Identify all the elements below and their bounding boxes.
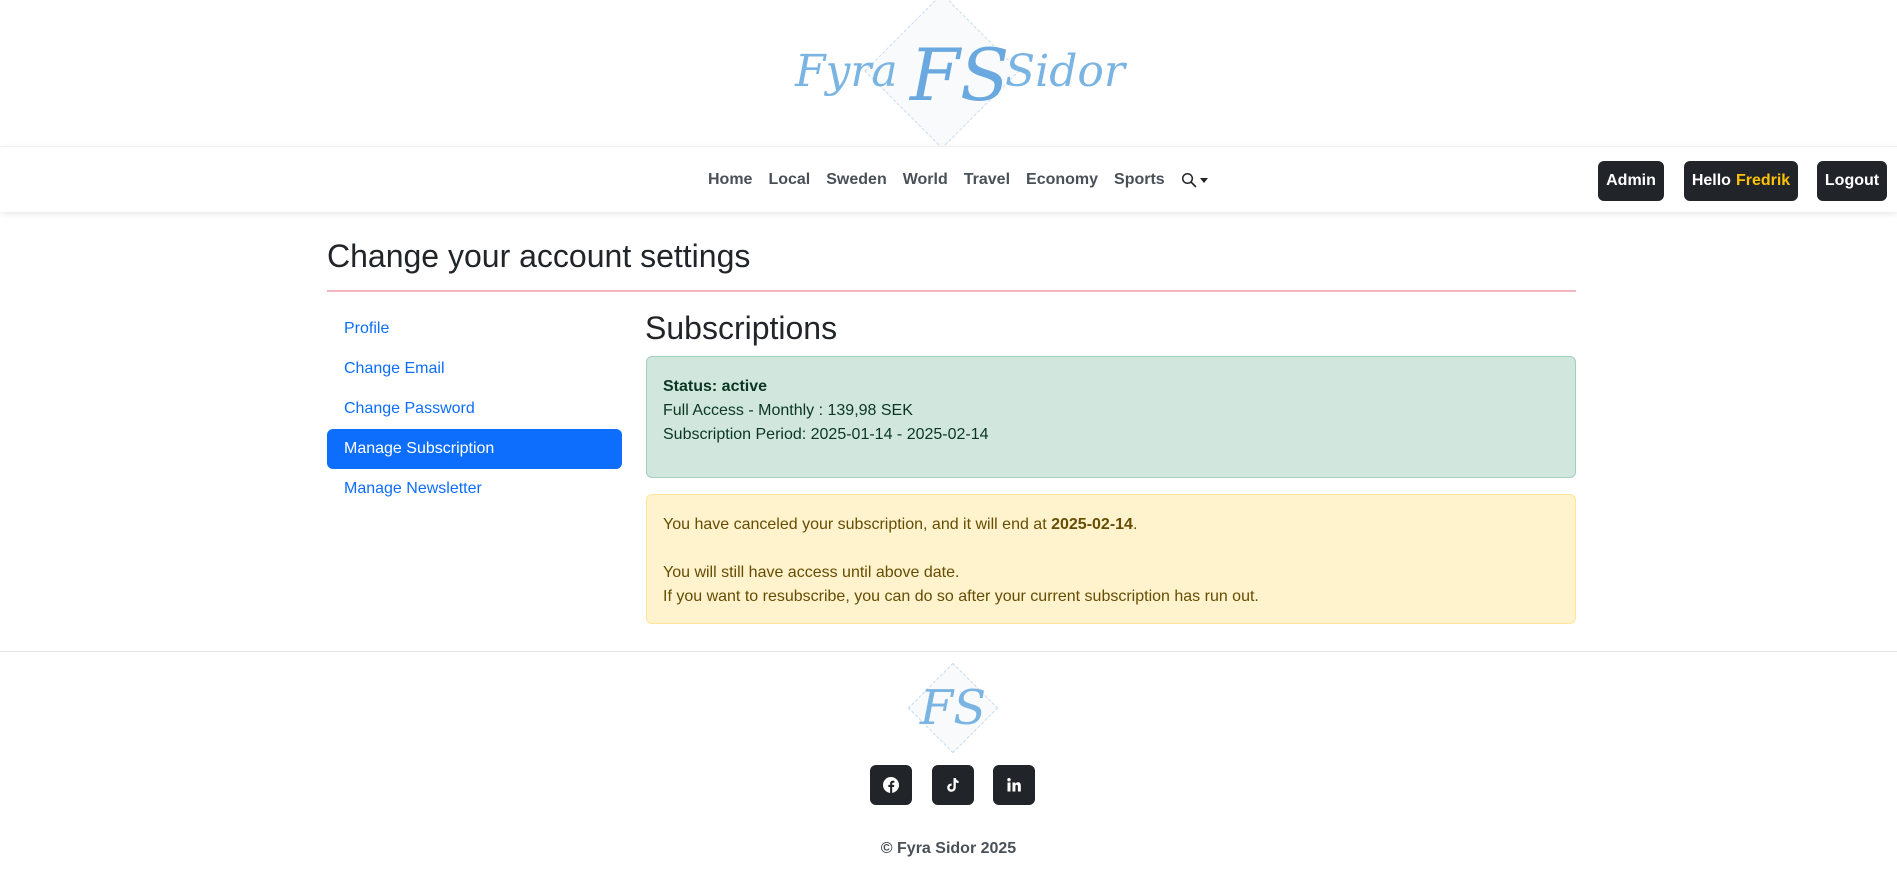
facebook-button[interactable] bbox=[870, 765, 912, 805]
footer-divider bbox=[0, 651, 1897, 652]
nav-link-economy[interactable]: Economy bbox=[1018, 171, 1106, 189]
tiktok-button[interactable] bbox=[932, 765, 974, 805]
cancel-suffix: . bbox=[1132, 516, 1138, 533]
logo-word-left: Fyra bbox=[795, 46, 898, 97]
alert-spacer bbox=[663, 537, 1559, 561]
linkedin-button[interactable] bbox=[993, 765, 1035, 805]
navbar: Home Local Sweden World Travel Economy S… bbox=[0, 146, 1897, 212]
cancellation-alert: You have canceled your subscription, and… bbox=[646, 494, 1576, 624]
nav-link-world[interactable]: World bbox=[895, 171, 956, 189]
footer-logo-monogram: FS bbox=[919, 680, 987, 736]
cancel-prefix: You have canceled your subscription, and… bbox=[663, 516, 1047, 533]
logo-word-right: Sidor bbox=[1005, 46, 1125, 97]
cancel-line: You have canceled your subscription, and… bbox=[663, 513, 1559, 537]
nav-link-sweden[interactable]: Sweden bbox=[818, 171, 894, 189]
sidebar-item-manage-newsletter[interactable]: Manage Newsletter bbox=[327, 469, 622, 509]
subscription-status-alert: Status: active Full Access - Monthly : 1… bbox=[646, 356, 1576, 478]
sidebar-item-change-email[interactable]: Change Email bbox=[327, 349, 622, 389]
resubscribe-note: If you want to resubscribe, you can do s… bbox=[663, 588, 1259, 605]
cancel-date: 2025-02-14 bbox=[1051, 516, 1133, 533]
facebook-icon bbox=[883, 777, 899, 793]
nav-link-sports[interactable]: Sports bbox=[1106, 171, 1173, 189]
site-logo[interactable]: FS Fyra Sidor bbox=[0, 0, 1897, 149]
username: Fredrik bbox=[1735, 172, 1791, 189]
title-divider bbox=[327, 290, 1576, 292]
search-dropdown-toggle[interactable] bbox=[1173, 172, 1216, 188]
access-note: You will still have access until above d… bbox=[663, 564, 960, 581]
logout-button[interactable]: Logout bbox=[1817, 161, 1887, 201]
caret-down-icon bbox=[1199, 177, 1208, 183]
footer-logo[interactable]: FS bbox=[906, 661, 1000, 755]
nav-link-travel[interactable]: Travel bbox=[956, 171, 1018, 189]
page-title: Change your account settings bbox=[327, 238, 751, 274]
copyright-text: © Fyra Sidor 2025 bbox=[880, 840, 1017, 857]
status-text: Status: active bbox=[663, 378, 768, 395]
sidebar-item-change-password[interactable]: Change Password bbox=[327, 389, 622, 429]
settings-sidebar: Profile Change Email Change Password Man… bbox=[327, 309, 622, 509]
hello-label: Hello bbox=[1691, 172, 1731, 189]
admin-button[interactable]: Admin bbox=[1598, 161, 1664, 201]
period-text: Subscription Period: 2025-01-14 - 2025-0… bbox=[663, 426, 989, 443]
sidebar-item-manage-subscription[interactable]: Manage Subscription bbox=[327, 429, 622, 469]
nav-link-home[interactable]: Home bbox=[700, 171, 760, 189]
nav-links: Home Local Sweden World Travel Economy S… bbox=[700, 147, 1216, 213]
plan-text: Full Access - Monthly : 139,98 SEK bbox=[663, 402, 913, 419]
section-title: Subscriptions bbox=[645, 310, 838, 346]
tiktok-icon bbox=[947, 778, 959, 792]
logo-monogram: FS bbox=[910, 33, 1010, 117]
nav-link-local[interactable]: Local bbox=[760, 171, 818, 189]
user-menu-button[interactable]: Hello Fredrik bbox=[1684, 161, 1798, 201]
linkedin-icon bbox=[1007, 778, 1021, 792]
sidebar-item-profile[interactable]: Profile bbox=[327, 309, 622, 349]
search-icon bbox=[1181, 172, 1197, 188]
